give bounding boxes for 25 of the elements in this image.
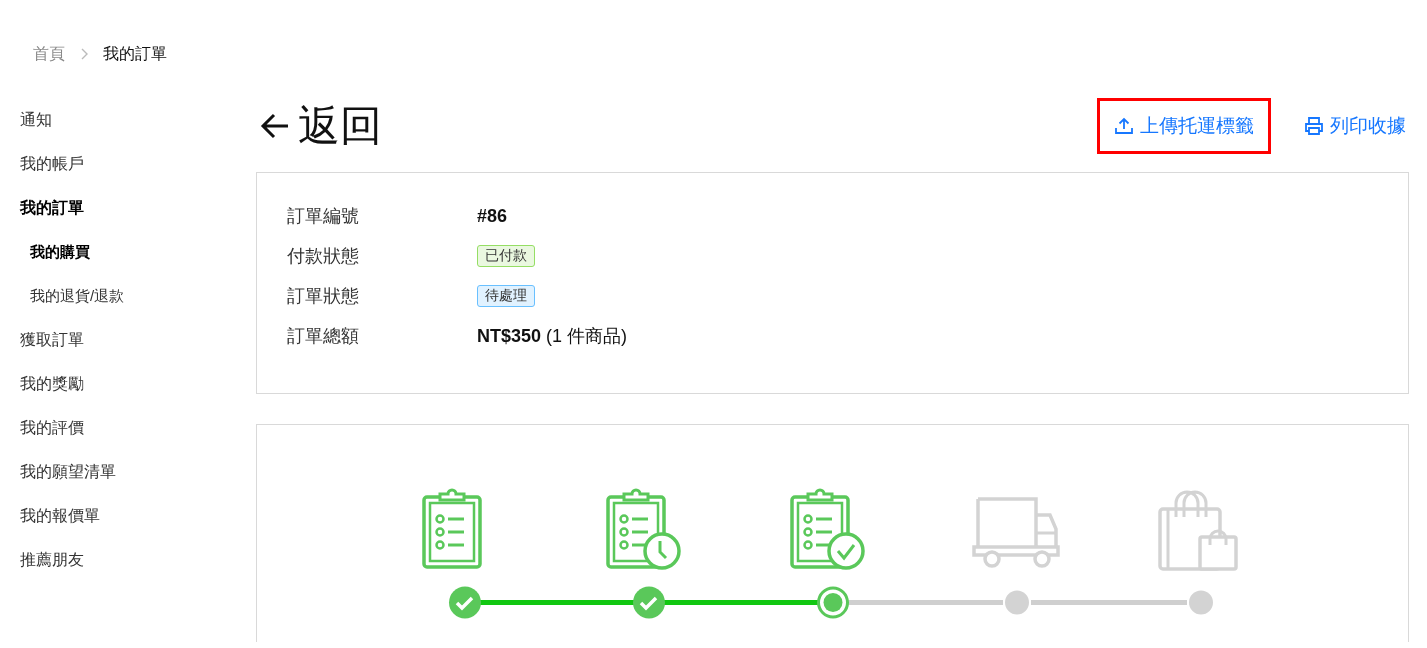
back-arrow-icon [260, 112, 290, 139]
order-number: #86 [477, 205, 508, 227]
breadcrumb-current: 我的訂單 [103, 43, 167, 64]
breadcrumb-link[interactable]: 首頁 [33, 43, 65, 65]
field-label: 訂單編號 [287, 205, 359, 228]
sidebar-subitem[interactable]: 我的退貨/退款 [20, 274, 125, 318]
back-link[interactable]: 返回 [260, 97, 382, 154]
sidebar-item[interactable]: 我的帳戶 [20, 142, 84, 186]
field-label: 訂單總額 [287, 325, 359, 348]
sidebar-item[interactable]: 我的評價 [20, 406, 84, 450]
print-receipt-link[interactable]: 列印收據 [1287, 97, 1409, 154]
sidebar-item[interactable]: 我的訂單 [20, 186, 84, 230]
sidebar-item[interactable]: 我的獎勵 [20, 362, 84, 406]
sidebar-item[interactable]: 獲取訂單 [20, 318, 84, 362]
field-label: 付款狀態 [287, 245, 359, 268]
order-total: NT$350 (1 件商品) [477, 325, 628, 348]
sidebar-item[interactable]: 通知 [20, 98, 52, 142]
status-tag: 已付款 [477, 245, 535, 267]
sidebar-item[interactable]: 我的報價單 [20, 494, 100, 538]
sidebar-item[interactable]: 我的願望清單 [20, 450, 116, 494]
sidebar-item[interactable]: 推薦朋友 [20, 538, 84, 582]
field-label: 訂單狀態 [287, 285, 359, 308]
status-tag: 待處理 [477, 285, 535, 307]
sidebar-subitem[interactable]: 我的購買 [20, 230, 90, 274]
chevron-icon [79, 48, 89, 60]
